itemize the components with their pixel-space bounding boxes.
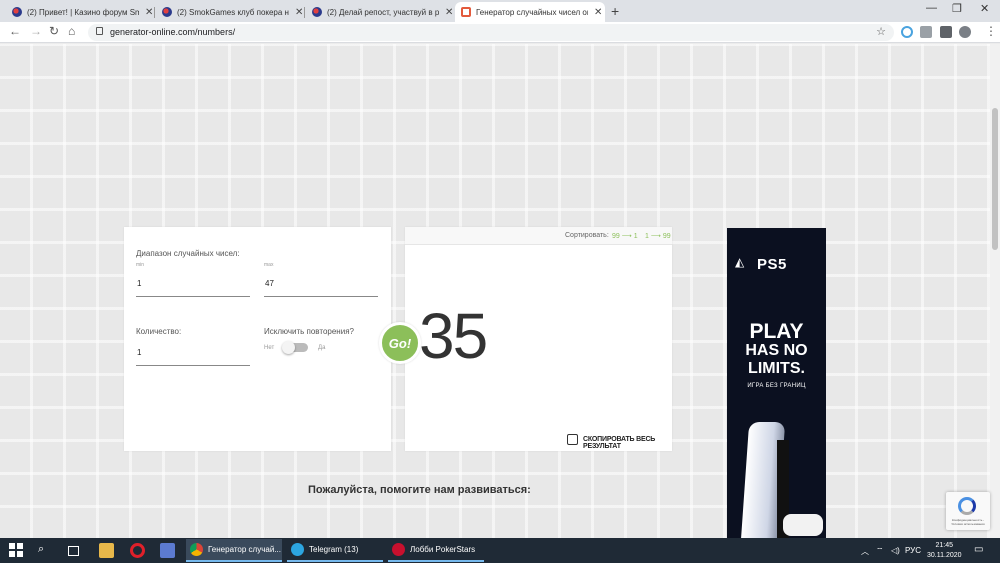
- back-icon[interactable]: ←: [9, 24, 21, 38]
- browser-tab-2[interactable]: (2) SmokGames клуб покера на ✕: [156, 2, 305, 22]
- telegram-icon: [291, 543, 304, 556]
- bookmark-star-icon[interactable]: ☆: [876, 25, 886, 38]
- lock-icon: [96, 27, 103, 35]
- ad-brand: PS5: [757, 256, 787, 273]
- close-tab-icon[interactable]: ✕: [145, 7, 153, 18]
- taskbar-app-chrome[interactable]: Генератор случай...: [186, 539, 282, 562]
- pokerstars-club-icon: [162, 7, 172, 17]
- network-icon[interactable]: ⌔: [876, 546, 884, 556]
- max-label: max: [264, 262, 274, 268]
- count-input-underline: [136, 365, 250, 366]
- generator-icon: [461, 7, 471, 17]
- ad-headline-1: PLAY: [749, 320, 804, 343]
- taskbar-app-telegram[interactable]: Telegram (13): [287, 539, 383, 562]
- recaptcha-badge[interactable]: Конфиденциальность - Условия использован…: [946, 492, 990, 530]
- reload-icon[interactable]: ↻: [49, 24, 59, 38]
- extension-icon[interactable]: [920, 26, 932, 38]
- max-input-underline: [264, 296, 378, 297]
- taskbar-app-pokerstars[interactable]: Лобби PokerStars: [388, 539, 484, 562]
- pokerstars-club-icon: [312, 7, 322, 17]
- dualsense-controller-image: [783, 514, 823, 536]
- notifications-icon[interactable]: ▭: [974, 544, 983, 555]
- tab-strip: (2) Привет! | Казино форум Smo ✕ (2) Smo…: [0, 0, 1000, 22]
- tab-title: Генератор случайных чисел он: [476, 7, 588, 17]
- sort-bar: Сортировать: 99 ⟶ 1 1 ⟶ 99: [405, 227, 672, 245]
- windows-taskbar: ⌕ Генератор случай... Telegram (13) Лобб…: [0, 538, 1000, 563]
- volume-icon[interactable]: ◁): [891, 546, 900, 555]
- language-indicator[interactable]: РУС: [905, 546, 921, 555]
- scrollbar-thumb[interactable]: [992, 108, 998, 250]
- new-tab-button[interactable]: +: [611, 3, 619, 19]
- close-tab-icon[interactable]: ✕: [445, 7, 453, 18]
- forward-icon[interactable]: →: [30, 24, 42, 38]
- min-input-underline: [136, 296, 250, 297]
- close-tab-icon[interactable]: ✕: [295, 7, 303, 18]
- sort-label: Сортировать:: [565, 232, 609, 239]
- clock-date: 30.11.2020: [927, 552, 962, 559]
- playstation-logo-icon: ◭: [735, 255, 745, 269]
- result-number: 35: [419, 300, 488, 372]
- taskbar-app-label: Лобби PokerStars: [410, 545, 476, 554]
- ad-subline: ИГРА БЕЗ ГРАНИЦ: [747, 383, 806, 389]
- ps5-advertisement[interactable]: ◭ PS5 PLAY HAS NO LIMITS. ИГРА БЕЗ ГРАНИ…: [727, 228, 826, 538]
- min-label: min: [136, 262, 145, 268]
- copy-result-button[interactable]: СКОПИРОВАТЬ ВЕСЬ РЕЗУЛЬТАТ: [583, 436, 672, 450]
- toggle-off-label: Нет: [264, 345, 275, 351]
- avatar[interactable]: [959, 26, 971, 38]
- tab-title: (2) Привет! | Казино форум Smo: [27, 7, 139, 17]
- toggle-on-label: Да: [318, 345, 326, 351]
- browser-tab-3[interactable]: (2) Делай репост, участвуй в ро ✕: [306, 2, 454, 22]
- windows-start-icon[interactable]: [9, 543, 24, 558]
- menu-icon[interactable]: ⋮: [985, 24, 997, 38]
- restore-icon[interactable]: ❐: [952, 2, 962, 15]
- save-app-icon[interactable]: [160, 543, 175, 558]
- puzzle-icon[interactable]: [940, 26, 952, 38]
- min-input[interactable]: 1: [137, 279, 141, 288]
- result-card: Сортировать: 99 ⟶ 1 1 ⟶ 99 35 СКОПИРОВАТ…: [405, 227, 672, 451]
- task-view-icon[interactable]: [68, 546, 79, 556]
- search-icon[interactable]: ⌕: [38, 543, 53, 558]
- recaptcha-icon: [958, 497, 976, 515]
- home-icon[interactable]: ⌂: [68, 24, 75, 38]
- exclude-toggle[interactable]: [282, 341, 308, 354]
- minimize-icon[interactable]: —: [926, 2, 937, 14]
- count-input[interactable]: 1: [137, 348, 141, 357]
- support-heading: Пожалуйста, помогите нам развиваться:: [308, 484, 531, 496]
- tray-chevron-icon[interactable]: ︿: [861, 546, 869, 557]
- pokerstars-club-icon: [12, 7, 22, 17]
- max-input[interactable]: 47: [265, 279, 274, 288]
- taskbar-app-label: Генератор случай...: [208, 545, 281, 554]
- file-explorer-icon[interactable]: [99, 543, 114, 558]
- close-tab-icon[interactable]: ✕: [594, 7, 602, 18]
- sort-desc-link[interactable]: 99 ⟶ 1: [612, 232, 638, 240]
- clock-time: 21:45: [935, 542, 954, 549]
- opera-icon[interactable]: [130, 543, 145, 558]
- pokerstars-icon: [392, 543, 405, 556]
- url-text: generator-online.com/numbers/: [110, 27, 236, 37]
- chrome-icon: [190, 543, 203, 556]
- sort-asc-link[interactable]: 1 ⟶ 99: [645, 232, 671, 240]
- range-label: Диапазон случайных чисел:: [136, 249, 240, 258]
- ad-headline-2: HAS NO: [745, 342, 808, 359]
- ad-headline-3: LIMITS.: [748, 360, 805, 377]
- toggle-knob: [282, 341, 295, 354]
- extension-icon[interactable]: [901, 26, 913, 38]
- system-clock[interactable]: 21:45 30.11.2020: [927, 541, 962, 561]
- toolbar: ← → ↻ ⌂ generator-online.com/numbers/ ☆ …: [0, 22, 1000, 43]
- browser-tab-active[interactable]: Генератор случайных чисел он ✕: [455, 2, 605, 22]
- copy-icon[interactable]: [567, 434, 578, 445]
- browser-tab-1[interactable]: (2) Привет! | Казино форум Smo ✕: [6, 2, 155, 22]
- taskbar-app-label: Telegram (13): [309, 545, 359, 554]
- exclude-label: Исключить повторения?: [264, 327, 354, 336]
- address-bar[interactable]: generator-online.com/numbers/ ☆: [88, 24, 894, 41]
- count-label: Количество:: [136, 327, 182, 336]
- close-window-icon[interactable]: ✕: [980, 2, 989, 15]
- recaptcha-text: Конфиденциальность - Условия использован…: [951, 518, 985, 526]
- settings-card: Диапазон случайных чисел: min max 1 47 К…: [124, 227, 391, 451]
- go-button[interactable]: Go!: [379, 322, 421, 364]
- tab-title: (2) SmokGames клуб покера на: [177, 7, 289, 17]
- tab-title: (2) Делай репост, участвуй в ро: [327, 7, 439, 17]
